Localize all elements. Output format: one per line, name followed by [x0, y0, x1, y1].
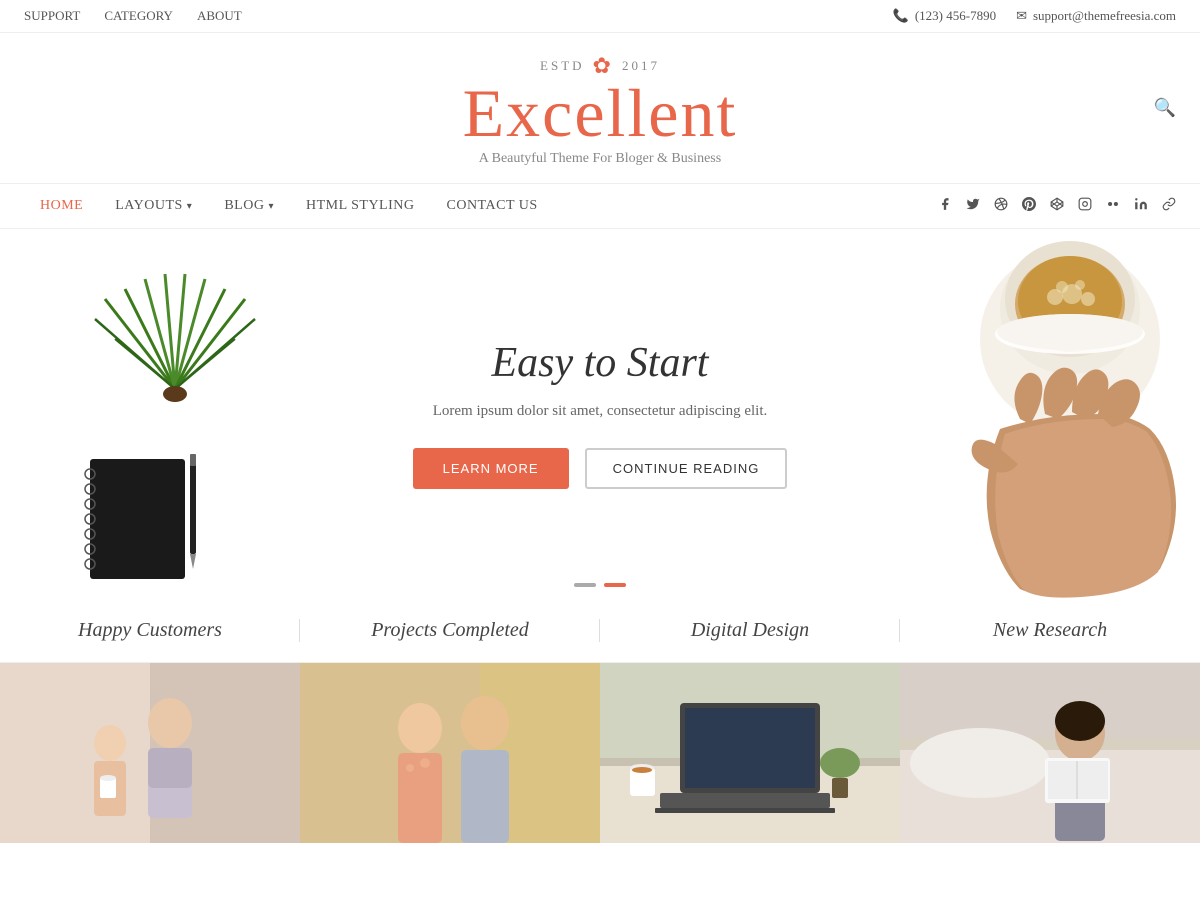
top-bar: SUPPORT CATEGORY ABOUT 📞 (123) 456-7890 … [0, 0, 1200, 33]
photo-reading [900, 663, 1200, 843]
instagram-icon[interactable] [1078, 197, 1092, 216]
slider-dots [574, 583, 626, 587]
photo-couple [300, 663, 600, 843]
dribbble-icon[interactable] [994, 197, 1008, 216]
link-icon[interactable] [1162, 197, 1176, 216]
logo-tagline: A Beautyful Theme For Bloger & Business [479, 151, 721, 167]
stat-projects-completed: Projects Completed [300, 619, 600, 642]
plant-decoration [90, 249, 260, 429]
nav-home[interactable]: HOME [24, 184, 99, 228]
notebook-decoration [60, 449, 220, 589]
stat-digital-design: Digital Design [600, 619, 900, 642]
facebook-icon[interactable]:  [923, 197, 952, 216]
logo-rest: xcellent [506, 75, 737, 151]
nav-layouts[interactable]: LAYOUTS ▾ [99, 184, 208, 228]
pinterest-icon[interactable] [1022, 197, 1036, 216]
stats-bar: Happy Customers Projects Completed Digit… [0, 599, 1200, 663]
logo-e: E [463, 75, 507, 151]
main-nav-items: HOME LAYOUTS ▾ BLOG ▾ HTML STYLING CONTA… [24, 184, 554, 228]
hero-right-decoration [940, 229, 1200, 599]
logo-title[interactable]: Excellent [463, 79, 738, 147]
main-nav: HOME LAYOUTS ▾ BLOG ▾ HTML STYLING CONTA… [0, 183, 1200, 229]
learn-more-button[interactable]: LEARN MORE [413, 448, 569, 489]
nav-blog[interactable]: BLOG ▾ [208, 184, 290, 228]
phone-icon: 📞 [893, 8, 909, 24]
chevron-down-icon: ▾ [268, 201, 274, 212]
linkedin-icon[interactable] [1134, 197, 1148, 216]
stat-new-research: New Research [900, 619, 1200, 642]
hero-center: Easy to Start Lorem ipsum dolor sit amet… [393, 339, 808, 489]
continue-reading-button[interactable]: CONTINUE READING [585, 448, 788, 489]
logo-area: ESTD ✿ 2017 Excellent A Beautyful Theme … [0, 33, 1200, 183]
slider-dot-2[interactable] [604, 583, 626, 587]
hero-description: Lorem ipsum dolor sit amet, consectetur … [413, 403, 788, 420]
email-info: ✉ support@themefreesia.com [1016, 8, 1176, 24]
contact-info: 📞 (123) 456-7890 ✉ support@themefreesia.… [893, 8, 1176, 24]
estd-year: 2017 [622, 58, 660, 74]
email-icon: ✉ [1016, 8, 1027, 24]
email-address: support@themefreesia.com [1033, 8, 1176, 24]
codepen-icon[interactable] [1050, 197, 1064, 216]
slider-dot-1[interactable] [574, 583, 596, 587]
nav-html-styling[interactable]: HTML STYLING [290, 184, 431, 228]
flickr-icon[interactable] [1106, 197, 1120, 216]
nav-about[interactable]: ABOUT [197, 8, 242, 24]
hero-buttons: LEARN MORE CONTINUE READING [413, 448, 788, 489]
nav-category[interactable]: CATEGORY [104, 8, 173, 24]
nav-support[interactable]: SUPPORT [24, 8, 80, 24]
estd-prefix: ESTD [540, 58, 585, 74]
phone-number: (123) 456-7890 [915, 8, 996, 24]
hero-title: Easy to Start [413, 339, 788, 387]
hero-slider: Easy to Start Lorem ipsum dolor sit amet… [0, 229, 1200, 599]
photo-laptop [600, 663, 900, 843]
top-nav: SUPPORT CATEGORY ABOUT [24, 8, 242, 24]
photo-mother-child [0, 663, 300, 843]
search-icon[interactable]: 🔍 [1154, 98, 1176, 119]
phone-info: 📞 (123) 456-7890 [893, 8, 996, 24]
stat-happy-customers: Happy Customers [0, 619, 300, 642]
chevron-down-icon: ▾ [187, 201, 193, 212]
twitter-icon[interactable] [966, 197, 980, 216]
hero-left-decorations [0, 229, 320, 599]
nav-contact-us[interactable]: CONTACT US [431, 184, 554, 228]
photo-grid [0, 663, 1200, 843]
social-icons:  [923, 197, 1176, 216]
